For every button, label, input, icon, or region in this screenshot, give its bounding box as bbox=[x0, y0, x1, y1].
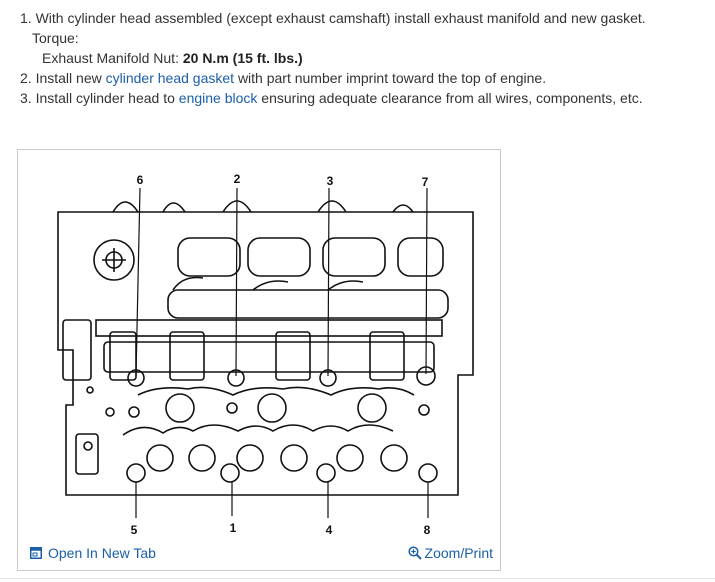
callout-7: 7 bbox=[422, 175, 429, 189]
callout-2: 2 bbox=[234, 172, 241, 186]
step-2-post: with part number imprint toward the top … bbox=[237, 70, 547, 86]
open-in-new-tab-button[interactable]: Open In New Tab bbox=[30, 545, 156, 561]
cylinder-head-bolt-diagram[interactable]: 6 2 3 7 5 1 4 8 bbox=[18, 150, 500, 542]
open-in-new-tab-label: Open In New Tab bbox=[48, 545, 156, 561]
step-2-pre: Install new bbox=[35, 70, 102, 86]
callout-8: 8 bbox=[424, 523, 431, 537]
torque-label: Torque: bbox=[32, 30, 79, 46]
callout-3: 3 bbox=[327, 174, 334, 188]
zoom-print-label: Zoom/Print bbox=[424, 545, 493, 561]
instructions: 1. With cylinder head assembled (except … bbox=[20, 8, 710, 108]
divider bbox=[0, 578, 715, 579]
step-3: 3. Install cylinder head to engine block… bbox=[20, 88, 710, 108]
figure-container: 6 2 3 7 5 1 4 8 Open In New Tab Zoom/Pri… bbox=[17, 149, 501, 571]
callout-1: 1 bbox=[230, 521, 237, 535]
step-3-number: 3. bbox=[20, 90, 32, 106]
step-2-number: 2. bbox=[20, 70, 32, 86]
step-1-number: 1. bbox=[20, 10, 32, 26]
step-2: 2. Install new cylinder head gasket with… bbox=[20, 68, 710, 88]
callout-6: 6 bbox=[137, 173, 144, 187]
figure-footer: Open In New Tab Zoom/Print bbox=[18, 543, 500, 567]
torque-spec-value: 20 N.m (15 ft. lbs.) bbox=[182, 50, 303, 66]
engine-block-link[interactable]: engine block bbox=[179, 90, 258, 106]
cylinder-head-gasket-link[interactable]: cylinder head gasket bbox=[106, 70, 234, 86]
zoom-print-button[interactable]: Zoom/Print bbox=[407, 545, 493, 561]
open-in-new-tab-icon bbox=[30, 547, 42, 559]
step-3-pre: Install cylinder head to bbox=[35, 90, 175, 106]
torque-spec: Exhaust Manifold Nut: 20 N.m (15 ft. lbs… bbox=[20, 48, 710, 68]
callout-4: 4 bbox=[326, 523, 333, 537]
callout-5: 5 bbox=[131, 523, 138, 537]
torque-spec-label: Exhaust Manifold Nut: bbox=[42, 50, 179, 66]
step-1: 1. With cylinder head assembled (except … bbox=[20, 8, 710, 28]
step-3-post: ensuring adequate clearance from all wir… bbox=[261, 90, 643, 106]
step-1-text: With cylinder head assembled (except exh… bbox=[35, 10, 646, 26]
zoom-magnifier-icon bbox=[407, 546, 422, 560]
